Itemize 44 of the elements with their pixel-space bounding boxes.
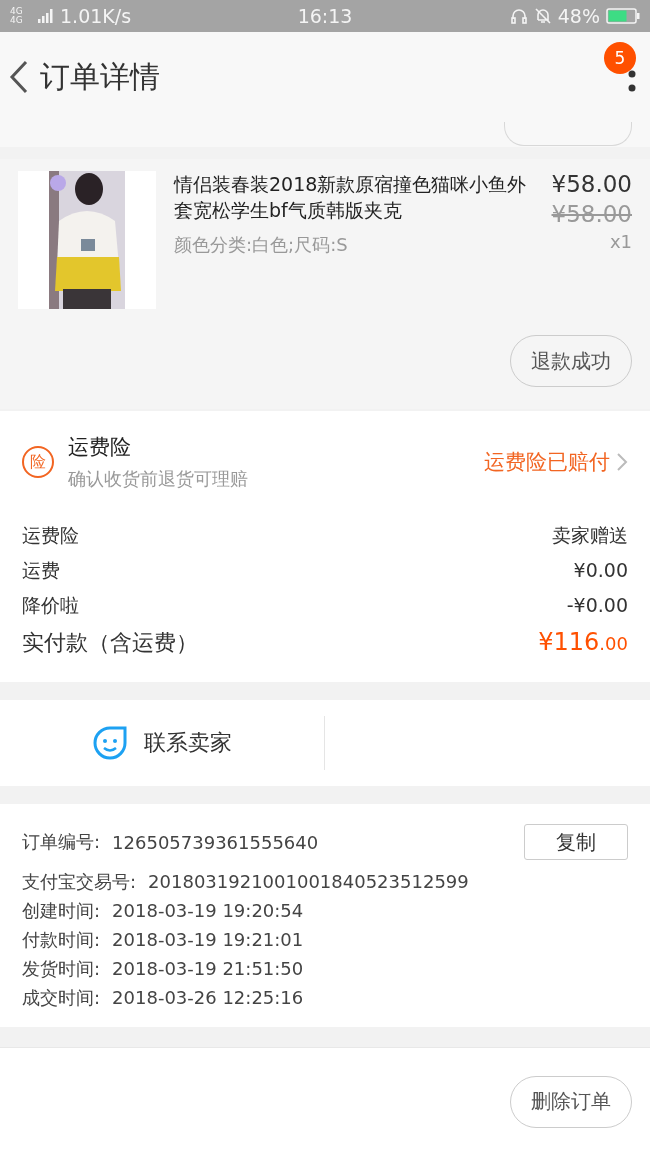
info-value: 2018031921001001840523512599 (148, 871, 469, 892)
summary-value: 卖家赠送 (552, 523, 628, 548)
info-value: 126505739361555640 (112, 831, 319, 853)
total-amount: ¥116.00 (538, 628, 628, 656)
product-sku: 颜色分类:白色;尺码:S (174, 233, 349, 257)
back-icon[interactable] (8, 59, 30, 95)
insurance-subtitle: 确认收货前退货可理赔 (68, 467, 249, 491)
copy-button[interactable]: 复制 (524, 824, 628, 860)
info-value: 2018-03-19 19:21:01 (112, 929, 304, 950)
page-title: 订单详情 (40, 57, 160, 96)
network-label: 4G 4G (10, 7, 24, 25)
summary-label: 运费 (22, 558, 60, 583)
info-value: 2018-03-26 12:25:16 (112, 987, 304, 1008)
info-label: 订单编号: (22, 830, 101, 854)
info-value: 2018-03-19 19:20:54 (112, 900, 304, 921)
headset-icon (509, 7, 528, 25)
summary-label: 实付款（含运费） (22, 629, 198, 657)
notification-badge: 5 (604, 42, 636, 74)
insurance-title: 运费险 (68, 434, 132, 461)
muted-bell-icon (533, 7, 552, 25)
summary-label: 降价啦 (22, 593, 79, 618)
network-speed: 1.01K/s (60, 5, 132, 27)
battery-percent: 48% (557, 5, 600, 27)
smiley-chat-icon (92, 725, 128, 761)
battery-icon (606, 8, 640, 24)
signal-icon (38, 9, 54, 23)
chevron-right-icon (616, 452, 628, 472)
contact-seller-link[interactable]: 联系卖家 (92, 725, 232, 761)
info-label: 成交时间: (22, 985, 101, 1010)
info-label: 付款时间: (22, 927, 101, 952)
summary-value: ¥0.00 (573, 559, 628, 581)
clock: 16:13 (297, 5, 353, 27)
original-price: ¥58.00 (551, 201, 632, 227)
product-price: ¥58.00 (551, 171, 632, 197)
quantity: x1 (609, 231, 632, 252)
product-title[interactable]: 情侣装春装2018新款原宿撞色猫咪小鱼外套宽松学生bf气质韩版夹克 (174, 171, 534, 223)
info-label: 创建时间: (22, 898, 101, 923)
summary-label: 运费险 (22, 523, 79, 548)
more-icon[interactable] (628, 68, 636, 94)
summary-value: -¥0.00 (566, 594, 628, 616)
info-value: 2018-03-19 21:51:50 (112, 958, 304, 979)
insurance-icon: 险 (22, 446, 54, 478)
info-label: 发货时间: (22, 956, 101, 981)
info-label: 支付宝交易号: (22, 869, 137, 894)
